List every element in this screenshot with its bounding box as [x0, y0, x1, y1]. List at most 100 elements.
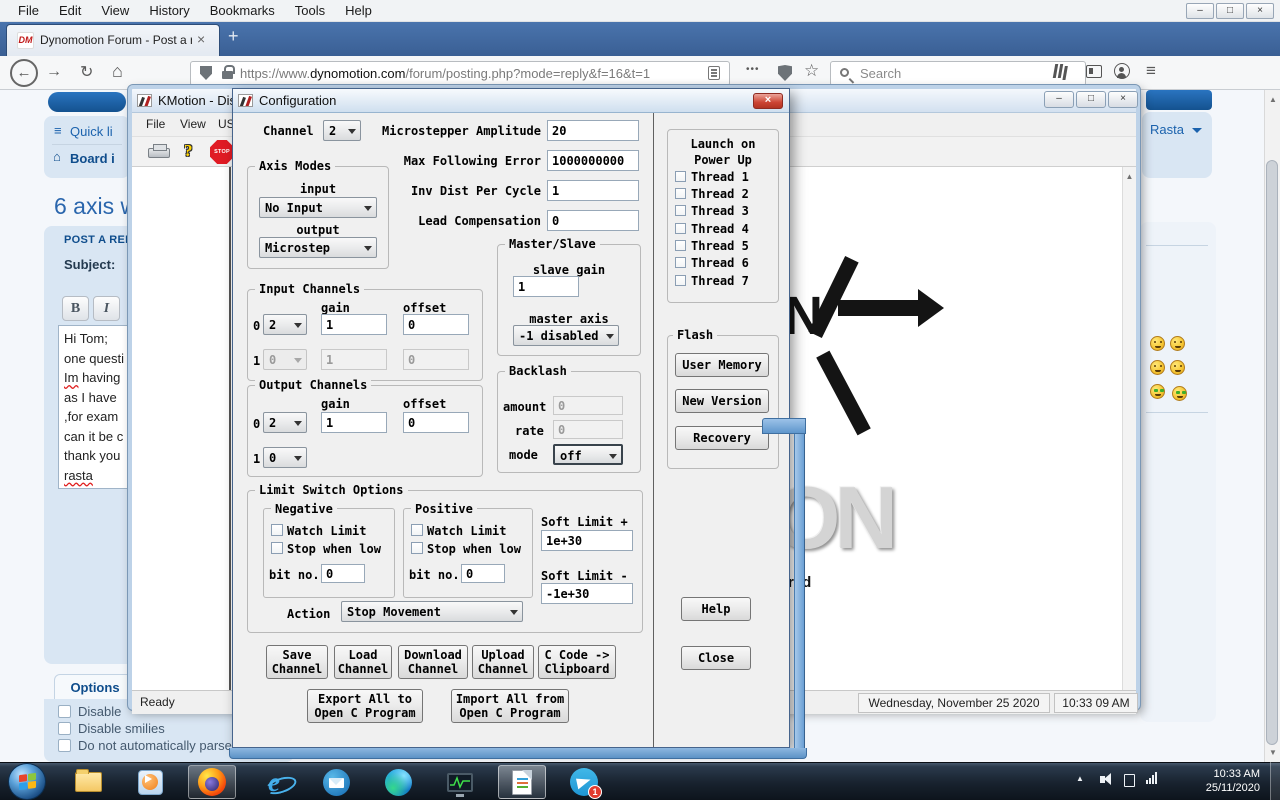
tray-app-icon[interactable] [1124, 774, 1135, 787]
taskbar-edge[interactable] [374, 765, 422, 799]
browser-tab[interactable]: DM Dynomotion Forum - Post a rep × [6, 24, 220, 56]
output-ch0-gain[interactable] [321, 412, 387, 433]
smiley-icon[interactable] [1170, 336, 1185, 351]
c-code-clipboard-button[interactable]: C Code ->Clipboard [538, 645, 616, 679]
taskbar-media-player[interactable] [126, 765, 174, 799]
stop-icon[interactable]: STOP [210, 140, 234, 164]
menu-view[interactable]: View [91, 3, 139, 18]
neg-bit-input[interactable] [321, 564, 365, 583]
action-dropdown[interactable]: Stop Movement [341, 601, 523, 622]
window-close-icon[interactable]: × [1246, 3, 1274, 19]
smiley-glasses-icon[interactable] [1150, 384, 1165, 399]
reader-mode-icon[interactable] [708, 66, 720, 80]
menu-bookmarks[interactable]: Bookmarks [200, 3, 285, 18]
taskbar-kmotion[interactable] [436, 765, 484, 799]
window-minimize-icon[interactable]: – [1186, 3, 1214, 19]
thread7-checkbox[interactable] [675, 275, 686, 286]
taskbar-document-app[interactable] [498, 765, 546, 799]
export-all-button[interactable]: Export All toOpen C Program [307, 689, 423, 723]
smiley-icon[interactable] [1150, 336, 1165, 351]
forward-icon[interactable]: → [46, 63, 62, 81]
menu-file[interactable]: File [8, 3, 49, 18]
window-restore-icon[interactable]: □ [1216, 3, 1244, 19]
output-ch0-dropdown[interactable]: 2 [263, 412, 307, 433]
menu-history[interactable]: History [139, 3, 199, 18]
thread1-checkbox[interactable] [675, 171, 686, 182]
taskbar-explorer[interactable] [64, 765, 112, 799]
help-icon[interactable]: ? [184, 141, 193, 161]
neg-watch-limit-checkbox[interactable] [271, 524, 283, 536]
pos-stop-when-low-checkbox[interactable] [411, 542, 423, 554]
reload-icon[interactable]: ↻ [80, 62, 93, 82]
disable-checkbox[interactable] [58, 705, 71, 718]
load-channel-button[interactable]: LoadChannel [334, 645, 392, 679]
smiley-glasses-icon[interactable] [1172, 386, 1187, 401]
print-icon[interactable] [148, 148, 170, 158]
menu-tools[interactable]: Tools [285, 3, 335, 18]
download-channel-button[interactable]: DownloadChannel [398, 645, 468, 679]
thread5-checkbox[interactable] [675, 240, 686, 251]
input-ch0-offset[interactable] [403, 314, 469, 335]
pos-bit-input[interactable] [461, 564, 505, 583]
sidebar-icon[interactable] [1086, 65, 1102, 78]
save-channel-button[interactable]: SaveChannel [266, 645, 328, 679]
lead-compensation-input[interactable] [547, 210, 639, 231]
upload-channel-button[interactable]: UploadChannel [472, 645, 534, 679]
soft-limit-plus-input[interactable] [541, 530, 633, 551]
start-button[interactable] [8, 763, 46, 800]
taskbar-firefox[interactable] [188, 765, 236, 799]
microstepper-amplitude-input[interactable] [547, 120, 639, 141]
thread2-checkbox[interactable] [675, 188, 686, 199]
new-version-button[interactable]: New Version [675, 389, 769, 413]
max-following-error-input[interactable] [547, 150, 639, 171]
bookmark-star-icon[interactable]: ☆ [804, 61, 819, 81]
account-icon[interactable] [1114, 63, 1130, 79]
quick-links-label[interactable]: Quick li [70, 124, 113, 139]
taskbar-telegram[interactable]: 1 [560, 765, 608, 799]
volume-icon[interactable] [1100, 776, 1105, 783]
board-index-link[interactable]: Board i [70, 151, 115, 166]
minimize-icon[interactable]: – [1044, 91, 1074, 108]
page-actions-icon[interactable]: ••• [746, 64, 760, 75]
input-mode-dropdown[interactable]: No Input [259, 197, 377, 218]
scroll-up-icon[interactable]: ▲ [1269, 95, 1277, 104]
page-scrollbar-thumb[interactable] [1266, 160, 1278, 745]
dialog-titlebar[interactable]: Configuration × [233, 89, 789, 113]
taskbar-thunderbird[interactable] [312, 765, 360, 799]
thread4-checkbox[interactable] [675, 223, 686, 234]
kmotion-menu-file[interactable]: File [146, 117, 165, 131]
italic-button[interactable]: I [93, 296, 120, 321]
input-ch0-dropdown[interactable]: 2 [263, 314, 307, 335]
help-button[interactable]: Help [681, 597, 751, 621]
smiley-icon[interactable] [1150, 360, 1165, 375]
splitter[interactable] [229, 167, 231, 690]
forum-button-fragment[interactable] [48, 92, 126, 112]
master-axis-dropdown[interactable]: -1 disabled [513, 325, 619, 346]
lock-icon[interactable] [222, 71, 233, 79]
kmotion-menu-view[interactable]: View [180, 117, 206, 131]
kmotion-scrollbar[interactable]: ▲ [1122, 167, 1136, 690]
import-all-button[interactable]: Import All fromOpen C Program [451, 689, 569, 723]
backlash-mode-dropdown[interactable]: off [553, 444, 623, 465]
scroll-up-icon[interactable]: ▲ [1126, 172, 1134, 181]
message-textarea[interactable]: Hi Tom; one questi Im having as I have ,… [58, 325, 132, 489]
new-tab-button[interactable]: + [228, 26, 239, 47]
thread3-checkbox[interactable] [675, 205, 686, 216]
output-mode-dropdown[interactable]: Microstep [259, 237, 377, 258]
show-desktop-button[interactable] [1270, 762, 1280, 800]
network-icon[interactable] [1146, 772, 1160, 784]
tab-close-icon[interactable]: × [197, 31, 205, 47]
home-icon[interactable]: ⌂ [112, 61, 123, 82]
back-icon[interactable]: ← [10, 59, 38, 87]
user-memory-button[interactable]: User Memory [675, 353, 769, 377]
close-icon[interactable]: × [1108, 91, 1138, 108]
options-tab[interactable]: Options [54, 674, 136, 700]
tray-clock[interactable]: 10:33 AM 25/11/2020 [1176, 767, 1260, 795]
taskbar-internet-explorer[interactable]: e [250, 765, 298, 799]
soft-limit-minus-input[interactable] [541, 583, 633, 604]
menu-help[interactable]: Help [335, 3, 382, 18]
smiley-icon[interactable] [1170, 360, 1185, 375]
hamburger-menu-icon[interactable]: ≡ [1146, 61, 1156, 81]
scroll-down-icon[interactable]: ▼ [1269, 748, 1277, 757]
no-parse-urls-checkbox[interactable] [58, 739, 71, 752]
